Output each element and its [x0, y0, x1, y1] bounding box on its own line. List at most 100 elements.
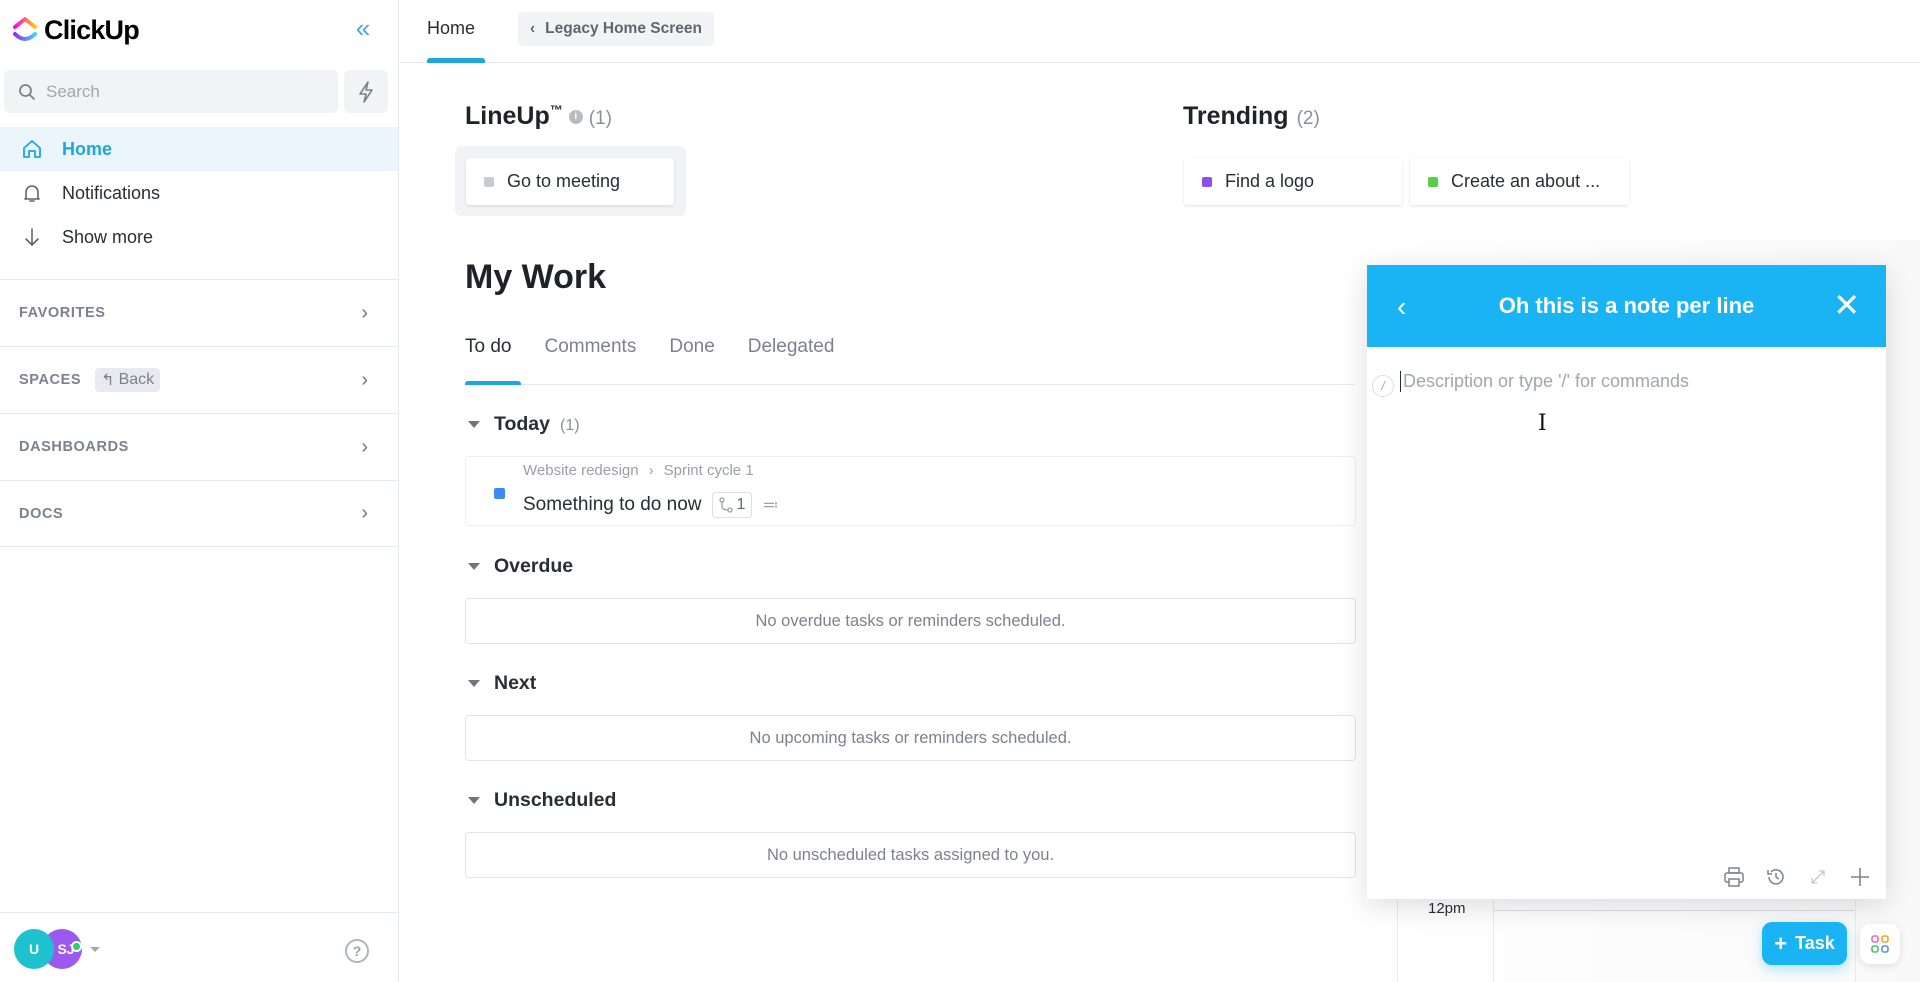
note-description-input[interactable] [1400, 371, 1860, 392]
trending-item-label: Create an about ... [1451, 171, 1601, 191]
lineup-item-label: Go to meeting [507, 171, 621, 191]
tab-done[interactable]: Done [669, 336, 714, 358]
top-bar: Home ‹ Legacy Home Screen [400, 0, 1920, 63]
spaces-back-button[interactable]: ↰ Back [95, 368, 161, 392]
my-work-heading: My Work [465, 258, 607, 296]
lightning-bolt-icon [359, 80, 373, 103]
calendar-hour-line [1494, 910, 1854, 911]
subtask-badge[interactable]: 1 [711, 492, 753, 518]
sidebar-section-dashboards[interactable]: DASHBOARDS › [0, 413, 398, 480]
back-label: Back [118, 371, 155, 388]
sidebar-item-home[interactable]: Home [0, 127, 398, 171]
group-today-toggle[interactable]: Today (1) [468, 413, 580, 436]
caret-down-icon [468, 563, 480, 570]
active-tab-indicator [465, 381, 521, 385]
logo-text: ClickUp [44, 14, 140, 45]
empty-state-overdue: No overdue tasks or reminders scheduled. [465, 598, 1356, 644]
print-icon[interactable] [1722, 865, 1746, 889]
note-modal-header: ‹ Oh this is a note per line ✕ [1367, 265, 1886, 347]
chevron-left-icon[interactable]: ‹ [1397, 291, 1406, 323]
tab-to-do[interactable]: To do [465, 336, 511, 358]
status-square-icon [1202, 176, 1212, 187]
clickup-logo-icon [13, 17, 37, 41]
subtask-icon [718, 497, 733, 513]
search-box[interactable] [4, 70, 338, 113]
lineup-item[interactable]: Go to meeting [466, 158, 674, 205]
trademark: ™ [549, 102, 563, 118]
lineup-title: LineUp [465, 102, 550, 130]
caret-down-icon [468, 421, 480, 428]
sidebar-item-show-more[interactable]: Show more [0, 215, 398, 259]
quick-actions-button[interactable] [344, 70, 388, 113]
home-icon [20, 137, 44, 161]
search-input[interactable] [46, 81, 306, 102]
apps-button[interactable] [1860, 924, 1900, 964]
caret-down-icon [468, 680, 480, 687]
task-name[interactable]: Something to do now [523, 494, 702, 516]
caret-down-icon [468, 797, 480, 804]
active-tab-indicator [427, 58, 485, 63]
online-status-dot [71, 941, 82, 952]
section-label: DASHBOARDS [19, 439, 129, 455]
history-icon[interactable] [1764, 865, 1788, 889]
add-task-button[interactable]: + Task [1762, 922, 1847, 965]
task-status-square-icon [494, 488, 505, 499]
trending-item-label: Find a logo [1225, 171, 1315, 191]
sidebar-item-label: Notifications [62, 182, 161, 203]
apps-grid-icon [1871, 935, 1889, 953]
clickup-logo[interactable]: ClickUp [12, 14, 140, 46]
chevron-left-icon: ‹ [530, 20, 536, 37]
task-list-name[interactable]: Website redesign [523, 462, 639, 479]
close-icon[interactable]: ✕ [1833, 287, 1860, 323]
status-square-icon [1428, 176, 1438, 187]
text-cursor-icon: I [1538, 411, 1547, 436]
empty-state-unscheduled: No unscheduled tasks assigned to you. [465, 832, 1356, 878]
sidebar-section-favorites[interactable]: FAVORITES › [0, 279, 398, 346]
help-icon[interactable]: ? [345, 939, 369, 963]
sidebar-section-docs[interactable]: DOCS › [0, 480, 398, 547]
chevron-right-icon: › [361, 301, 368, 324]
chevron-right-icon: › [361, 368, 368, 391]
trending-item[interactable]: Find a logo [1184, 158, 1402, 205]
group-count: (1) [559, 417, 580, 434]
note-title[interactable]: Oh this is a note per line [1499, 293, 1755, 319]
group-next-toggle[interactable]: Next [468, 672, 536, 695]
sidebar-item-label: Home [62, 138, 113, 159]
section-label: FAVORITES [19, 305, 106, 321]
collapse-sidebar-icon[interactable]: « [350, 15, 376, 42]
group-overdue-toggle[interactable]: Overdue [468, 555, 573, 578]
subtask-count: 1 [736, 496, 746, 513]
tab-home[interactable]: Home [427, 18, 475, 39]
trending-heading: Trending (2) [1183, 102, 1320, 131]
arrow-down-icon [20, 225, 44, 249]
my-work-tabs: To do Comments Done Delegated [465, 336, 834, 358]
legacy-home-screen-button[interactable]: ‹ Legacy Home Screen [518, 12, 714, 46]
slash-commands-icon[interactable]: / [1372, 375, 1394, 397]
avatar-u[interactable]: U [14, 929, 54, 969]
plus-icon[interactable] [1848, 865, 1872, 889]
task-sprint-name[interactable]: Sprint cycle 1 [664, 462, 754, 479]
tab-delegated[interactable]: Delegated [748, 336, 835, 358]
caret-down-icon[interactable] [90, 947, 100, 952]
calendar-time-column: 12pm [1397, 900, 1494, 982]
note-modal: ‹ Oh this is a note per line ✕ / I [1367, 265, 1886, 899]
tab-comments[interactable]: Comments [544, 336, 636, 358]
lineup-heading: LineUp™ i (1) [465, 102, 612, 131]
task-row[interactable]: Website redesign › Sprint cycle 1 Someth… [465, 456, 1356, 526]
calendar-time-label: 12pm [1428, 900, 1466, 917]
group-label: Next [494, 672, 537, 694]
legacy-label: Legacy Home Screen [545, 20, 702, 37]
expand-icon[interactable] [1806, 865, 1830, 889]
sidebar-footer: SJ U ? [0, 912, 398, 982]
group-unscheduled-toggle[interactable]: Unscheduled [468, 789, 616, 812]
group-label: Unscheduled [494, 789, 617, 811]
sidebar-item-notifications[interactable]: Notifications [0, 171, 398, 215]
trending-item[interactable]: Create an about ... [1410, 158, 1629, 205]
sidebar-section-spaces[interactable]: SPACES ↰ Back › [0, 346, 398, 413]
group-label: Today [494, 413, 550, 435]
tabs-divider [465, 384, 1355, 385]
info-icon[interactable]: i [568, 109, 583, 124]
trending-title: Trending [1183, 102, 1289, 130]
section-label: SPACES [19, 372, 82, 388]
search-icon [19, 83, 35, 100]
